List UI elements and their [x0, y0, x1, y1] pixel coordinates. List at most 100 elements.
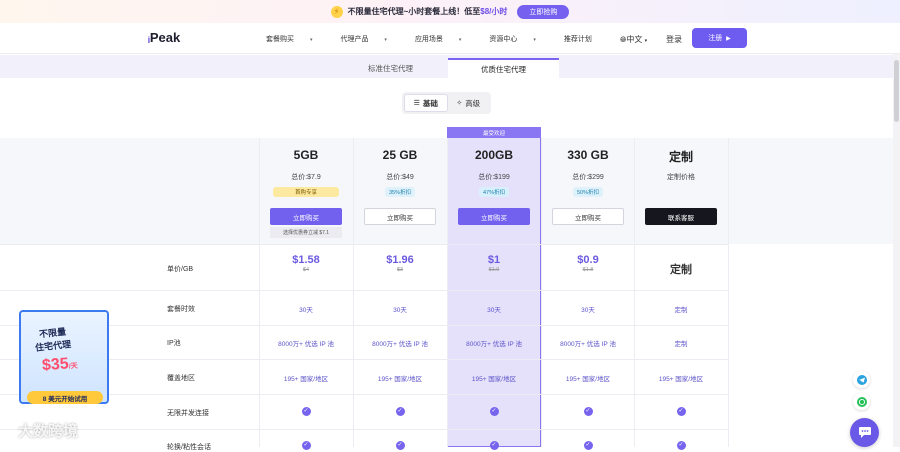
unit-price-cell: $1.58 $4	[292, 254, 320, 273]
lightning-icon: ⚡	[330, 5, 343, 18]
product-tabs: 标准住宅代理 优质住宅代理	[0, 55, 900, 78]
feature-cell: ✓	[634, 407, 728, 416]
menu-item-resources[interactable]: 资源中心 ▾	[489, 34, 549, 44]
regions-cell: 195+ 国家/地区	[283, 376, 329, 383]
plan-card-200gb: 200GB 总价:$199 47%折扣 立即购买	[447, 138, 541, 244]
toggle-basic[interactable]: ☰ 基础	[404, 94, 448, 112]
plan-total: 总价:$7.9	[291, 174, 321, 181]
unit-price-cell: $1.96 $3	[386, 254, 414, 273]
telegram-button[interactable]	[853, 371, 870, 388]
feature-cell: ✓	[447, 441, 541, 450]
check-circle-icon: ✓	[301, 407, 311, 416]
plan-total: 总价:$49	[386, 174, 414, 181]
ip-pool-cell: 定制	[674, 341, 688, 348]
feature-cell: ✓	[541, 441, 635, 450]
plan-size: 200GB	[474, 148, 514, 162]
announcement-banner: ⚡ 不限量住宅代理~小时套餐上线！低至 $8 /小时 立即抢购	[0, 0, 900, 23]
buy-now-button[interactable]: 立即购买	[364, 208, 436, 225]
banner-text-b: /小时	[489, 7, 508, 16]
duration-cell: 30天	[299, 307, 313, 314]
discount-badge: 首购专享	[273, 187, 339, 197]
feature-cell: ✓	[634, 441, 728, 450]
row-label-unit-price: 单价/GB	[167, 266, 194, 273]
duration-cell: 30天	[487, 307, 501, 314]
tab-standard-residential[interactable]: 标准住宅代理	[335, 58, 446, 78]
logo[interactable]: ᵢ Peak	[148, 30, 180, 45]
plan-size: 定制	[668, 150, 693, 164]
duration-cell: 30天	[581, 307, 595, 314]
check-circle-icon: ✓	[489, 407, 499, 416]
chevron-down-icon: ▾	[458, 37, 462, 43]
telegram-icon	[856, 374, 867, 385]
discount-badge: 47%折扣	[479, 187, 509, 197]
feature-cell: ✓	[353, 441, 447, 450]
buy-now-button[interactable]: 立即购买	[270, 208, 342, 225]
contact-support-button[interactable]: 联系客服	[645, 208, 717, 225]
plan-level-toggle: ☰ 基础 ✧ 高级	[402, 92, 491, 114]
play-arrow-icon: ▶	[726, 35, 731, 42]
menu-item-pricing[interactable]: 套餐购买 ▾	[266, 34, 326, 44]
plan-card-5gb: 5GB 总价:$7.9 首购专享 立即购买 选择优惠券立减 $7.1	[259, 138, 353, 244]
chevron-down-icon: ▾	[533, 37, 536, 43]
coupon-note: 选择优惠券立减 $7.1	[270, 227, 342, 238]
check-circle-icon: ✓	[676, 407, 686, 416]
menu-item-products[interactable]: 代理产品 ▾	[340, 34, 400, 44]
feature-cell: ✓	[259, 441, 353, 450]
live-chat-button[interactable]	[850, 418, 879, 447]
chat-bubble-icon	[858, 427, 871, 438]
most-popular-label: 最受欢迎	[447, 127, 541, 138]
top-navbar: ᵢ Peak 套餐购买 ▾ 代理产品 ▾ 应用场景 ▾ 资源中心 ▾ 推荐计划 🌐…	[0, 23, 900, 54]
feature-cell: ✓	[259, 407, 353, 416]
plan-total: 总价:$299	[572, 174, 604, 181]
whatsapp-icon	[856, 396, 867, 407]
regions-cell: 195+ 国家/地区	[658, 376, 704, 383]
regions-cell: 195+ 国家/地区	[565, 376, 611, 383]
sparkle-icon: ✧	[456, 100, 463, 107]
sliders-icon: ☰	[413, 100, 420, 107]
chevron-down-icon: ▾	[384, 37, 387, 43]
pricing-table: 5GB 总价:$7.9 首购专享 立即购买 选择优惠券立减 $7.1 25 GB…	[0, 138, 900, 451]
discount-badge: 50%折扣	[573, 187, 603, 197]
promo-price: $35/天	[41, 355, 79, 375]
check-circle-icon: ✓	[583, 441, 593, 450]
feature-cell: ✓	[353, 407, 447, 416]
row-label-rotating-sticky: 轮换/粘性会话	[167, 444, 211, 451]
ip-pool-cell: 8000万+ 优选 IP 池	[466, 341, 522, 348]
scrollbar-thumb[interactable]	[894, 60, 899, 122]
register-button[interactable]: 注册 ▶	[692, 28, 747, 48]
login-link[interactable]: 登录	[666, 34, 682, 45]
check-circle-icon: ✓	[395, 407, 405, 416]
main-menu: 套餐购买 ▾ 代理产品 ▾ 应用场景 ▾ 资源中心 ▾ 推荐计划	[266, 34, 620, 44]
menu-item-referral[interactable]: 推荐计划	[564, 34, 606, 44]
check-circle-icon: ✓	[583, 407, 593, 416]
logo-text: Peak	[149, 30, 181, 45]
plan-total: 总价:$199	[478, 174, 510, 181]
banner-buy-button[interactable]: 立即抢购	[517, 4, 570, 19]
chevron-down-icon: ▾	[309, 37, 313, 43]
banner-price: $8	[480, 7, 490, 16]
buy-now-button[interactable]: 立即购买	[458, 208, 530, 225]
plan-card-custom: 定制 定制价格 联系客服	[634, 138, 728, 244]
discount-badge: 35%折扣	[385, 187, 415, 197]
promo-widget[interactable]: 不限量 住宅代理 $35/天 8 美元开始试用	[15, 305, 115, 408]
watermark-logo: 大数跨境	[18, 423, 79, 440]
regions-cell: 195+ 国家/地区	[471, 376, 517, 383]
chevron-down-icon: ▾	[644, 38, 648, 44]
check-circle-icon: ✓	[301, 441, 311, 450]
toggle-advanced[interactable]: ✧ 高级	[448, 94, 490, 112]
row-label-ip-pool: IP池	[167, 340, 181, 347]
menu-item-use-cases[interactable]: 应用场景 ▾	[415, 34, 475, 44]
language-selector[interactable]: 🌐︎中文 ▾	[620, 34, 647, 45]
whatsapp-button[interactable]	[853, 393, 870, 410]
plan-total: 定制价格	[667, 174, 695, 181]
row-label-unlimited-concurrency: 无限并发连接	[167, 410, 209, 417]
check-circle-icon: ✓	[395, 441, 405, 450]
ip-pool-cell: 8000万+ 优选 IP 池	[278, 341, 334, 348]
plan-size: 25 GB	[382, 148, 418, 162]
check-circle-icon: ✓	[489, 441, 499, 450]
plan-card-25gb: 25 GB 总价:$49 35%折扣 立即购买	[353, 138, 447, 244]
plan-size: 330 GB	[567, 148, 609, 162]
tab-premium-residential[interactable]: 优质住宅代理	[448, 58, 559, 78]
promo-trial-button[interactable]: 8 美元开始试用	[27, 391, 103, 404]
buy-now-button[interactable]: 立即购买	[552, 208, 624, 225]
